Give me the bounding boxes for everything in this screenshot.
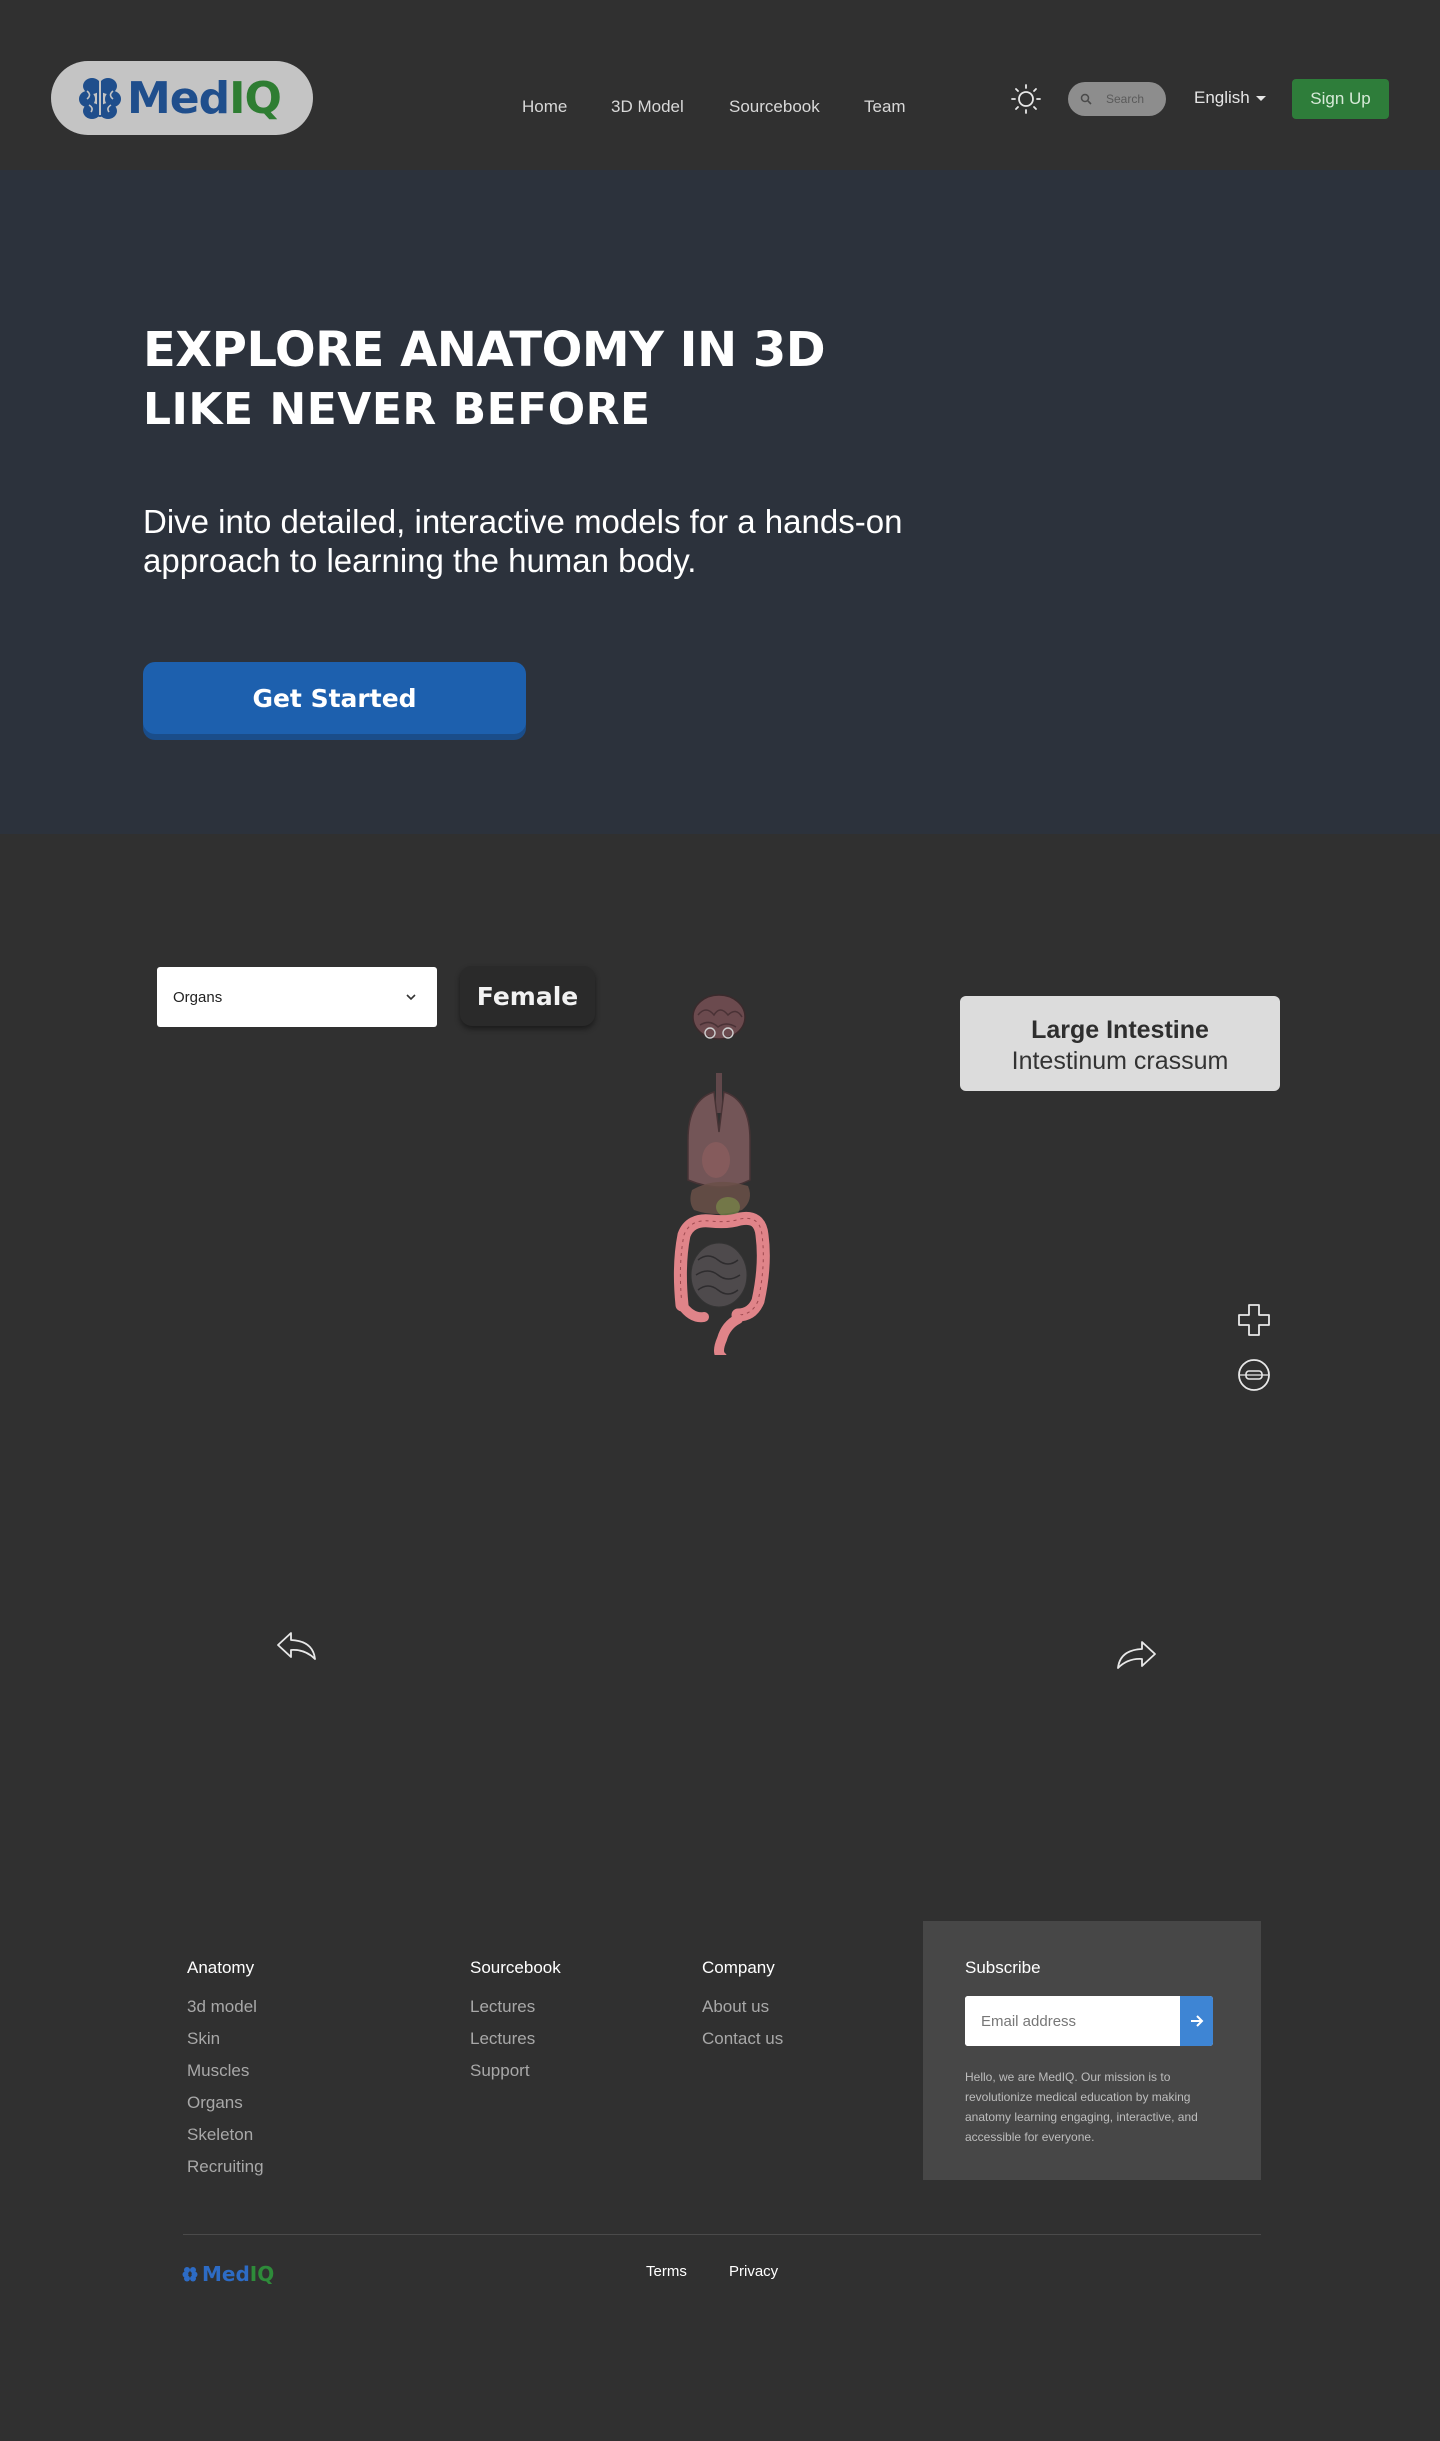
language-dropdown[interactable]: English	[1194, 88, 1266, 108]
footer-logo[interactable]: MedIQ	[182, 2262, 274, 2286]
footer-divider	[183, 2234, 1261, 2235]
rotate-right-icon[interactable]	[1114, 1638, 1158, 1674]
nav-sourcebook[interactable]: Sourcebook	[729, 97, 820, 117]
anatomy-3d-model[interactable]	[658, 985, 780, 1355]
brain-logo-icon	[182, 2267, 198, 2282]
email-input[interactable]	[965, 1996, 1180, 2046]
footer-link-skin[interactable]: Skin	[187, 2029, 220, 2049]
search-icon	[1080, 93, 1092, 105]
organ-info-card: Large Intestine Intestinum crassum	[960, 996, 1280, 1091]
footer-logo-iq: IQ	[249, 2262, 275, 2286]
arrow-right-icon	[1190, 2015, 1203, 2027]
caret-down-icon	[1255, 95, 1266, 101]
footer-link-muscles[interactable]: Muscles	[187, 2061, 249, 2081]
logo-iq: IQ	[229, 72, 282, 124]
subscribe-title: Subscribe	[965, 1958, 1041, 1977]
subscribe-submit-button[interactable]	[1180, 1996, 1213, 2046]
nav-3d-model[interactable]: 3D Model	[611, 97, 684, 117]
footer-link-skeleton[interactable]: Skeleton	[187, 2125, 253, 2145]
footer-anatomy-title: Anatomy	[187, 1958, 255, 1977]
subscribe-form	[965, 1996, 1213, 2046]
mission-text: Hello, we are MedIQ. Our mission is to r…	[965, 2070, 1198, 2144]
footer-link-organs[interactable]: Organs	[187, 2093, 243, 2113]
zoom-plus-icon[interactable]	[1236, 1302, 1272, 1338]
system-select[interactable]: Organs	[157, 967, 437, 1027]
brain-logo-icon	[79, 78, 121, 119]
nav-team[interactable]: Team	[864, 97, 906, 117]
logo-wordmark: MedIQ	[127, 72, 282, 124]
terms-link[interactable]: Terms	[646, 2263, 687, 2280]
subscribe-panel: Subscribe Hello, we are MedIQ. Our missi…	[923, 1921, 1261, 2180]
language-label: English	[1194, 88, 1250, 107]
privacy-link[interactable]: Privacy	[729, 2263, 778, 2280]
signup-button[interactable]: Sign Up	[1292, 79, 1389, 119]
logo-med: Med	[127, 72, 230, 124]
footer-link-3d-model[interactable]: 3d model	[187, 1997, 257, 2017]
footer-sourcebook-title: Sourcebook	[470, 1958, 561, 1977]
footer-link-recruiting[interactable]: Recruiting	[187, 2157, 264, 2177]
rotate-left-icon[interactable]	[275, 1629, 319, 1665]
nav-home[interactable]: Home	[522, 97, 567, 117]
footer-logo-med: Med	[202, 2262, 250, 2286]
footer-link-lectures-2[interactable]: Lectures	[470, 2029, 535, 2049]
theme-toggle-sun-icon[interactable]	[1010, 83, 1042, 115]
hero-title: EXPLORE ANATOMY IN 3D	[143, 322, 826, 378]
view-reset-icon[interactable]	[1236, 1357, 1272, 1393]
logo[interactable]: MedIQ	[51, 61, 313, 135]
footer-link-about-us[interactable]: About us	[702, 1997, 769, 2017]
footer-link-lectures[interactable]: Lectures	[470, 1997, 535, 2017]
organ-latin-name: Intestinum crassum	[1011, 1047, 1229, 1075]
search-box[interactable]	[1068, 82, 1166, 116]
search-input[interactable]	[1106, 92, 1166, 106]
get-started-button[interactable]: Get Started	[143, 662, 526, 734]
hero-description: Dive into detailed, interactive models f…	[143, 503, 903, 579]
sex-toggle-button[interactable]: Female	[460, 966, 595, 1026]
hero: EXPLORE ANATOMY IN 3D LIKE NEVER BEFORE …	[0, 170, 1440, 834]
footer-link-contact-us[interactable]: Contact us	[702, 2029, 783, 2049]
organ-english-name: Large Intestine	[1031, 1016, 1209, 1044]
chevron-down-icon	[406, 994, 416, 1001]
hero-subtitle: LIKE NEVER BEFORE	[143, 384, 651, 435]
navbar: MedIQ Home 3D Model Sourcebook Team Engl…	[0, 0, 1440, 170]
footer-link-support[interactable]: Support	[470, 2061, 530, 2081]
system-select-value: Organs	[173, 988, 223, 1006]
footer-company-title: Company	[702, 1958, 775, 1977]
